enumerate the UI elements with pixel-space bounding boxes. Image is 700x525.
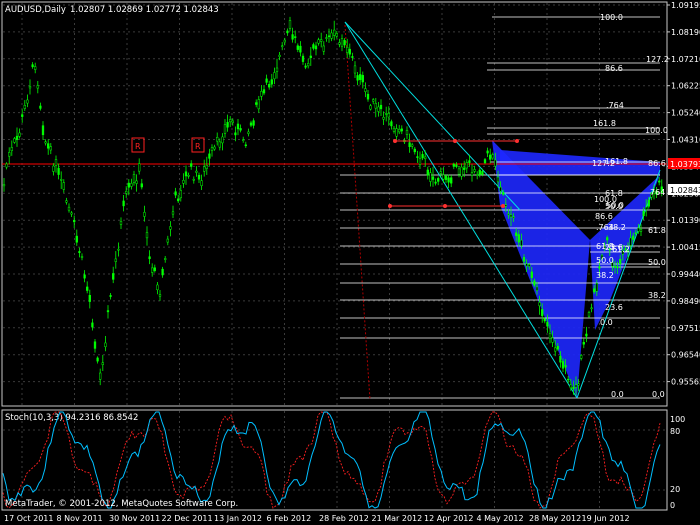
fib-label: 0.0 — [611, 390, 624, 399]
fib-label-secondary: 61.2 — [612, 245, 630, 254]
price-tick-label: 1.09195 — [671, 1, 700, 10]
fib-label-secondary: 50.0 — [606, 201, 624, 210]
indicator-title: Stoch(10,3,3) 94.2316 86.8542 — [5, 413, 138, 423]
fib-label: 86.6 — [605, 64, 623, 73]
price-tick-label: 1.04310 — [671, 136, 700, 145]
fib-label-secondary: 61.8 — [648, 226, 666, 235]
fib-label-secondary: 50.0 — [648, 258, 666, 267]
fib-label-secondary: 127.2 — [592, 159, 615, 168]
current-price-label: 1.02843 — [670, 186, 700, 195]
price-tick-label: 1.07210 — [671, 55, 700, 64]
marker-label: R — [195, 142, 201, 151]
time-tick-label: 30 Nov 2011 — [109, 514, 160, 523]
fib-label-secondary: 86.6 — [595, 212, 613, 221]
fib-label-secondary: 23.6 — [605, 303, 623, 312]
copyright-text: MetaTrader, © 2001-2012, MetaQuotes Soft… — [5, 499, 238, 509]
price-tick-label: 1.05240 — [671, 109, 700, 118]
fib-label-secondary: 38.2 — [596, 271, 614, 280]
time-tick-label: 22 Dec 2011 — [162, 514, 213, 523]
time-tick-label: 4 May 2012 — [477, 514, 524, 523]
price-tick-label: 0.95565 — [671, 378, 700, 387]
price-tick-label: 1.08190 — [671, 28, 700, 37]
fib-label: 100.0 — [645, 126, 668, 135]
fib-label-secondary: 764 — [650, 188, 665, 197]
fib-label: 127.2 — [646, 55, 669, 64]
marker-label: R — [135, 142, 141, 151]
trading-chart[interactable]: R R 100.0 127.2 86.6 .764 161.8 100.0 61.8 50.0… — [0, 0, 700, 525]
fib-label-secondary: 50.0 — [596, 256, 614, 265]
fib-label: .764 — [606, 101, 624, 110]
time-tick-label: 6 Feb 2012 — [267, 514, 312, 523]
red-price-label: 1.03793 — [670, 160, 700, 169]
fib-label-secondary: 38.2 — [648, 291, 666, 300]
price-tick-label: 1.01390 — [671, 216, 700, 225]
price-tick-label: 1.06225 — [671, 82, 700, 91]
stoch-level-80: 80 — [670, 427, 680, 436]
fib-label-secondary: 0.0 — [600, 318, 613, 327]
price-tick-label: 0.99440 — [671, 270, 700, 279]
time-tick-label: 13 Jan 2012 — [214, 514, 262, 523]
fib-label-secondary: .764 — [596, 223, 614, 232]
price-tick-label: 1.00415 — [671, 243, 700, 252]
price-tick-label: 0.97515 — [671, 324, 700, 333]
red-price-badge: 1.03793 — [668, 158, 700, 169]
time-tick-label: 28 May 2012 — [529, 514, 581, 523]
price-tick-label: 0.98490 — [671, 297, 700, 306]
ohlc-values: 1.02807 1.02869 1.02772 1.02843 — [70, 5, 219, 15]
current-price-badge: 1.02843 — [668, 184, 700, 195]
fib-label: 0.0 — [652, 390, 665, 399]
fib-label: 100.0 — [600, 13, 623, 22]
time-tick-label: 21 Mar 2012 — [372, 514, 423, 523]
time-tick-label: 17 Oct 2011 — [4, 514, 53, 523]
price-tick-label: 0.96540 — [671, 351, 700, 360]
stoch-level-0: 0 — [670, 501, 675, 510]
symbol-title: AUDUSD,Daily — [5, 5, 66, 15]
fib-label-secondary: 86.6 — [648, 159, 666, 168]
stoch-level-20: 20 — [670, 485, 680, 494]
time-tick-label: 8 Nov 2011 — [57, 514, 103, 523]
stoch-level-100: 100 — [670, 415, 685, 424]
time-tick-label: 19 Jun 2012 — [582, 514, 630, 523]
time-tick-label: 28 Feb 2012 — [319, 514, 369, 523]
time-tick-label: 12 Apr 2012 — [424, 514, 473, 523]
fib-label: 161.8 — [593, 119, 616, 128]
